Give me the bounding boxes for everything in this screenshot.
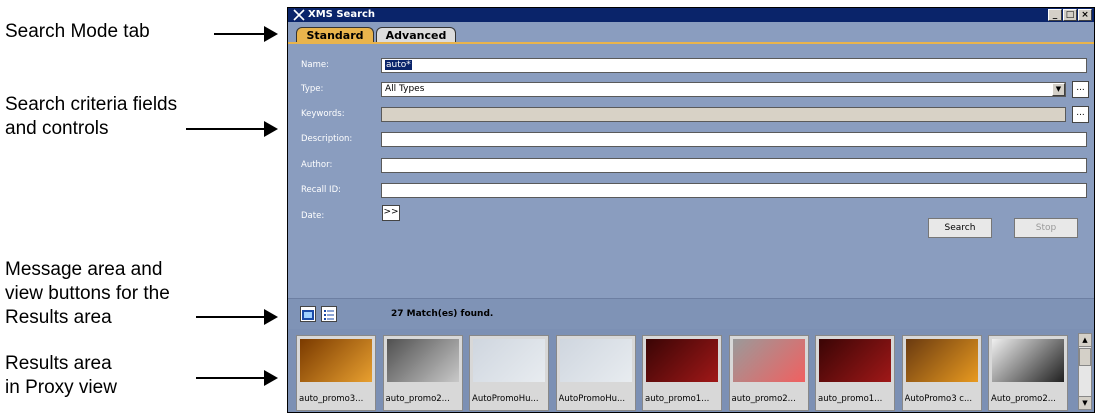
result-caption: Auto_promo2... bbox=[991, 394, 1056, 404]
annotation-message-line1: Message area and bbox=[5, 259, 163, 280]
result-thumbnail[interactable]: AutoPromoHu... bbox=[555, 335, 636, 411]
result-thumbnail[interactable]: auto_promo2... bbox=[382, 335, 463, 411]
stop-button[interactable]: Stop bbox=[1014, 218, 1078, 238]
author-field[interactable] bbox=[381, 158, 1087, 173]
results-proxy-view: ▲ ▼ auto_promo3... auto_promo2... AutoProm… bbox=[288, 329, 1094, 412]
tab-underline bbox=[288, 42, 1094, 44]
description-label: Description: bbox=[301, 134, 353, 144]
result-caption: auto_promo1... bbox=[645, 394, 710, 404]
author-label: Author: bbox=[301, 160, 333, 170]
proxy-view-button[interactable] bbox=[300, 306, 316, 322]
minimize-button[interactable]: _ bbox=[1048, 9, 1062, 21]
scroll-thumb[interactable] bbox=[1079, 348, 1091, 366]
result-caption: auto_promo3... bbox=[299, 394, 364, 404]
type-value: All Types bbox=[385, 84, 425, 94]
result-thumbnail[interactable]: auto_promo1... bbox=[642, 335, 722, 411]
list-view-button[interactable] bbox=[321, 306, 337, 322]
type-select[interactable]: All Types ▼ bbox=[381, 82, 1066, 97]
date-label: Date: bbox=[301, 211, 325, 221]
result-thumbnail[interactable]: auto_promo1... bbox=[815, 335, 895, 411]
proxy-view-icon bbox=[302, 310, 314, 320]
result-caption: AutoPromoHu... bbox=[472, 394, 539, 404]
type-label: Type: bbox=[301, 84, 324, 94]
annotation-search-mode: Search Mode tab bbox=[5, 21, 150, 42]
result-thumbnail[interactable]: AutoPromoHu... bbox=[469, 335, 549, 411]
close-button[interactable]: × bbox=[1078, 9, 1092, 21]
annotation-arrow bbox=[196, 309, 278, 325]
description-field[interactable] bbox=[381, 132, 1087, 147]
result-preview-image bbox=[386, 339, 459, 382]
annotation-arrow bbox=[196, 370, 278, 386]
annotation-arrow bbox=[186, 121, 278, 137]
result-caption: auto_promo2... bbox=[731, 394, 796, 404]
result-thumbnail[interactable]: auto_promo3... bbox=[296, 335, 376, 411]
result-preview-image bbox=[905, 339, 978, 382]
result-preview-image bbox=[559, 339, 632, 382]
maximize-button[interactable]: □ bbox=[1063, 9, 1077, 21]
window-title: XMS Search bbox=[308, 9, 376, 20]
date-expand-button[interactable]: >> bbox=[382, 205, 400, 221]
type-browse-button[interactable]: ... bbox=[1072, 81, 1089, 98]
results-scrollbar[interactable]: ▲ ▼ bbox=[1078, 333, 1092, 410]
search-button[interactable]: Search bbox=[928, 218, 992, 238]
result-preview-image bbox=[992, 339, 1064, 382]
annotation-message-line2: view buttons for the bbox=[5, 283, 170, 304]
scroll-up-button[interactable]: ▲ bbox=[1079, 334, 1091, 347]
recall-id-field[interactable] bbox=[381, 183, 1087, 198]
annotation-results-line2: in Proxy view bbox=[5, 377, 117, 398]
title-bar[interactable]: XMS Search _ □ × bbox=[288, 8, 1094, 22]
keywords-browse-button[interactable]: ... bbox=[1072, 106, 1089, 123]
result-thumbnail[interactable]: auto_promo2... bbox=[728, 335, 809, 411]
annotation-results-line1: Results area bbox=[5, 353, 112, 374]
result-preview-image bbox=[819, 339, 891, 382]
match-count-message: 27 Match(es) found. bbox=[391, 309, 494, 319]
result-caption: auto_promo1... bbox=[818, 394, 883, 404]
keywords-label: Keywords: bbox=[301, 109, 345, 119]
annotation-criteria-line1: Search criteria fields bbox=[5, 94, 178, 115]
annotation-message-line3: Results area bbox=[5, 307, 112, 328]
result-caption: AutoPromoHu... bbox=[558, 394, 626, 404]
name-field[interactable]: auto* bbox=[381, 58, 1087, 73]
xms-search-window: XMS Search _ □ × Standard Advanced Name:… bbox=[287, 7, 1095, 413]
annotation-criteria-line2: and controls bbox=[5, 118, 109, 139]
annotation-arrow bbox=[214, 26, 278, 42]
result-preview-image bbox=[473, 339, 545, 382]
tab-standard[interactable]: Standard bbox=[296, 27, 374, 43]
result-preview-image bbox=[732, 339, 805, 382]
name-value: auto* bbox=[385, 60, 412, 70]
keywords-field[interactable] bbox=[381, 107, 1066, 122]
search-mode-tabs: Standard Advanced bbox=[288, 22, 1094, 44]
message-area: 27 Match(es) found. bbox=[288, 299, 1094, 329]
list-view-icon bbox=[324, 310, 334, 320]
result-preview-image bbox=[300, 339, 372, 382]
name-label: Name: bbox=[301, 60, 329, 70]
result-caption: AutoPromo3 c... bbox=[904, 394, 973, 404]
result-caption: auto_promo2... bbox=[385, 394, 450, 404]
result-thumbnail[interactable]: AutoPromo3 c... bbox=[901, 335, 982, 411]
app-icon bbox=[293, 9, 305, 21]
chevron-down-icon[interactable]: ▼ bbox=[1052, 83, 1065, 96]
result-thumbnail[interactable]: Auto_promo2... bbox=[988, 335, 1068, 411]
scroll-down-button[interactable]: ▼ bbox=[1079, 396, 1091, 409]
tab-advanced[interactable]: Advanced bbox=[376, 27, 456, 43]
result-preview-image bbox=[646, 339, 718, 382]
recall-id-label: Recall ID: bbox=[301, 185, 341, 195]
